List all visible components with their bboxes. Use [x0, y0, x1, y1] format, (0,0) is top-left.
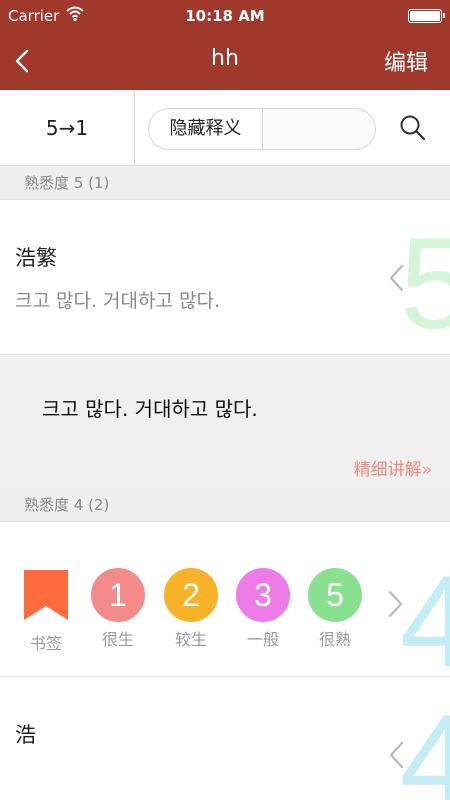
bookmark-label: 书签: [29, 634, 62, 653]
familiarity-level-number: 5: [400, 218, 450, 348]
word-meaning: 크고 많다. 거대하고 많다.: [15, 290, 220, 312]
search-bar: 隐藏释义: [148, 108, 376, 150]
rating-label: 一般: [246, 630, 279, 649]
rating-circle-1: 1: [91, 568, 145, 622]
rate-very-unfamiliar-button[interactable]: 1 很生: [91, 568, 145, 650]
rate-average-button[interactable]: 3 一般: [236, 568, 290, 650]
hide-meaning-button[interactable]: 隐藏释义: [149, 109, 263, 149]
sort-order-button[interactable]: 5→1: [0, 90, 135, 166]
meaning-detail-panel: 크고 많다. 거대하고 많다. 精细讲解»: [0, 355, 450, 488]
word-text: 浩繁: [15, 246, 57, 270]
section-header-level-4: 熟悉度 4 (2): [0, 488, 450, 522]
word-text: 浩: [15, 723, 36, 747]
familiarity-rating-row: 书签 1 很生 2 较生 3 一般 5 很熟 4: [0, 522, 450, 677]
rating-label: 很熟: [318, 630, 351, 649]
rating-circle-5: 5: [308, 568, 362, 622]
edit-button[interactable]: 编辑: [384, 45, 428, 77]
page-title: hh: [211, 46, 239, 71]
search-icon[interactable]: [397, 112, 429, 144]
rate-somewhat-unfamiliar-button[interactable]: 2 较生: [164, 568, 218, 650]
rate-very-familiar-button[interactable]: 5 很熟: [308, 568, 362, 650]
familiarity-level-number: 4: [399, 687, 450, 800]
word-card[interactable]: 浩繁 크고 많다. 거대하고 많다. 5: [0, 200, 450, 355]
battery-icon: [408, 9, 445, 23]
rating-label: 较生: [174, 630, 207, 649]
search-input[interactable]: [263, 109, 375, 149]
detailed-explanation-link[interactable]: 精细讲解»: [354, 455, 432, 480]
rating-label: 很生: [101, 630, 134, 649]
rating-circle-2: 2: [164, 568, 218, 622]
status-time: 10:18 AM: [185, 7, 265, 25]
bookmark-button[interactable]: 书签: [19, 568, 73, 654]
word-card[interactable]: 浩 4: [0, 677, 450, 800]
status-bar: Carrier 10:18 AM: [0, 0, 450, 32]
detail-meaning-text: 크고 많다. 거대하고 많다.: [42, 397, 258, 421]
familiarity-level-number: 4: [400, 556, 450, 676]
section-header-level-5: 熟悉度 5 (1): [0, 166, 450, 200]
rating-circle-3: 3: [236, 568, 290, 622]
toolbar: 5→1 隐藏释义: [0, 90, 450, 166]
bookmark-icon: [24, 570, 68, 620]
nav-bar: hh 编辑: [0, 32, 450, 90]
